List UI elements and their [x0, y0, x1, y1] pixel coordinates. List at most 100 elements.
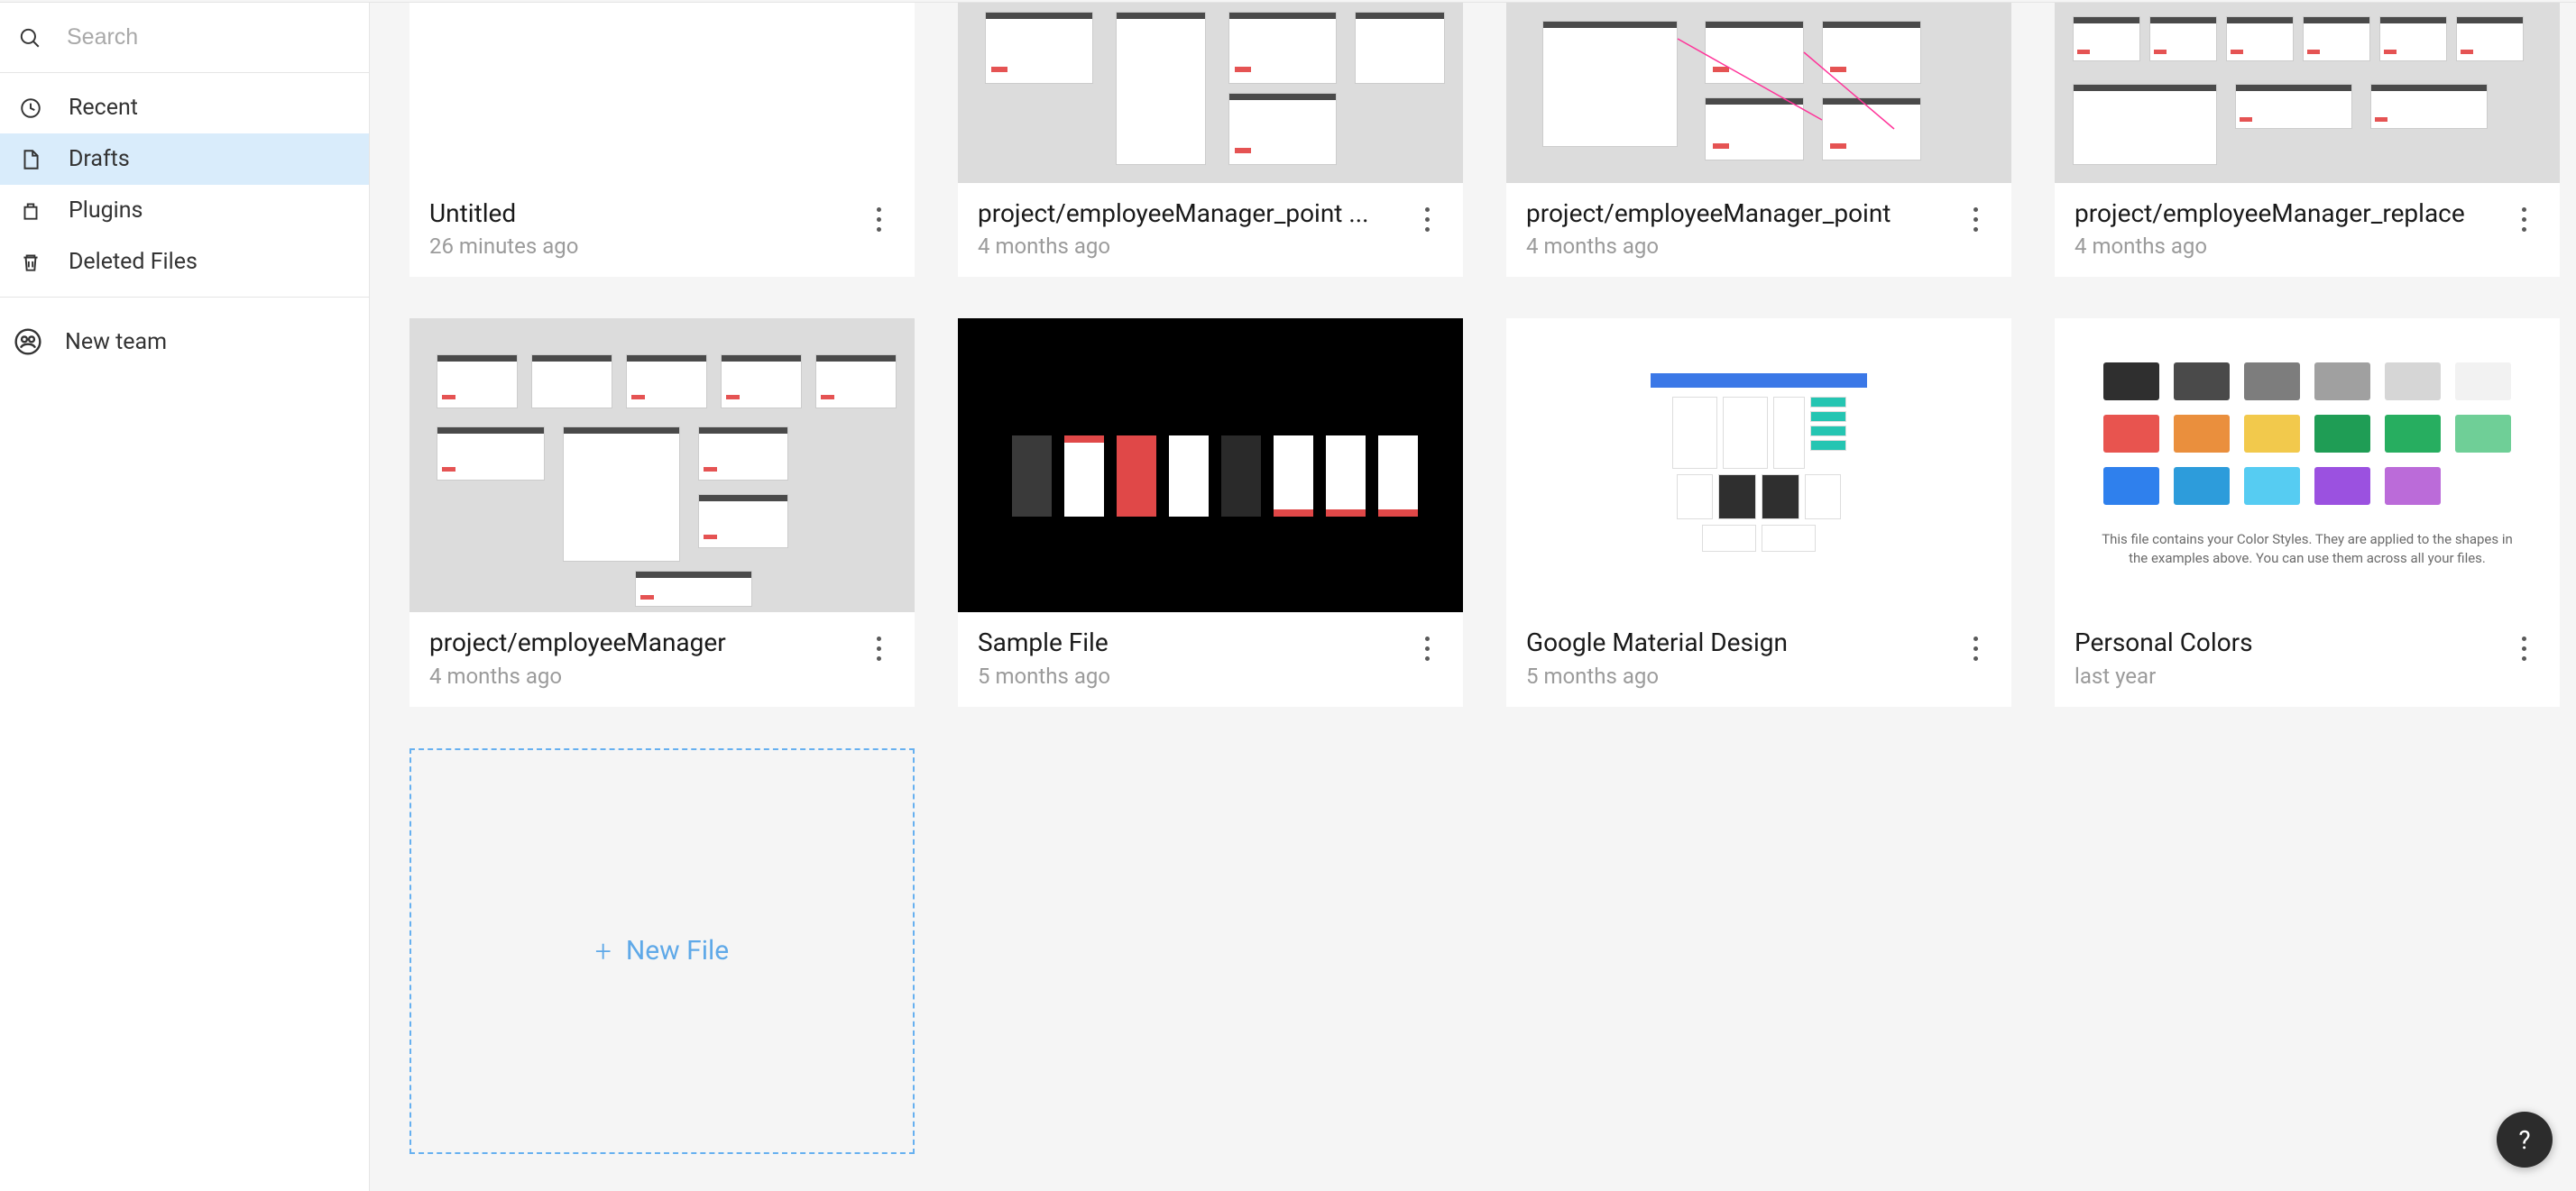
search-input[interactable] — [67, 24, 357, 50]
color-swatch — [2244, 415, 2300, 453]
file-thumbnail — [409, 3, 915, 183]
plus-icon: + — [595, 937, 612, 966]
file-card[interactable]: Google Material Design 5 months ago — [1506, 318, 2011, 706]
file-time: last year — [2075, 664, 2500, 689]
file-card-footer: Untitled 26 minutes ago — [409, 183, 915, 277]
colors-caption: This file contains your Color Styles. Th… — [2091, 530, 2524, 568]
color-swatch — [2455, 415, 2511, 453]
file-icon — [18, 147, 43, 172]
file-time: 4 months ago — [429, 664, 855, 689]
file-thumbnail — [1506, 3, 2011, 183]
file-title: Google Material Design — [1526, 627, 1952, 659]
gmd-preview — [1651, 373, 1867, 557]
file-thumbnail — [1506, 318, 2011, 612]
file-title: project/employeeManager_replace — [2075, 197, 2500, 230]
color-swatch — [2385, 415, 2441, 453]
sidebar-item-deleted[interactable]: Deleted Files — [0, 236, 369, 288]
color-swatch — [2455, 362, 2511, 400]
sidebar: Recent Drafts Plugins Deleted Files — [0, 3, 370, 1191]
file-time: 4 months ago — [978, 234, 1403, 259]
sidebar-item-label: Plugins — [69, 197, 143, 224]
file-card-footer: Personal Colors last year — [2055, 612, 2560, 706]
clock-icon — [18, 96, 43, 121]
file-card-footer: Sample File 5 months ago — [958, 612, 1463, 706]
file-thumbnail — [958, 3, 1463, 183]
file-title: Personal Colors — [2075, 627, 2500, 659]
file-card[interactable]: project/employeeManager 4 months ago — [409, 318, 915, 706]
sidebar-item-label: Recent — [69, 95, 138, 121]
color-swatch — [2244, 467, 2300, 505]
search-icon — [18, 25, 41, 50]
file-card-text: project/employeeManager_point 4 months a… — [1526, 197, 1952, 259]
file-thumbnail — [2055, 3, 2560, 183]
file-title: Untitled — [429, 197, 855, 230]
wireframe-preview — [958, 3, 1463, 183]
main-content: Untitled 26 minutes ago — [370, 3, 2576, 1191]
app-root: Recent Drafts Plugins Deleted Files — [0, 3, 2576, 1191]
file-card-footer: project/employeeManager_point 4 months a… — [1506, 183, 2011, 277]
file-card[interactable]: project/employeeManager_replace 4 months… — [2055, 3, 2560, 277]
sidebar-item-drafts[interactable]: Drafts — [0, 133, 369, 185]
file-card[interactable]: Untitled 26 minutes ago — [409, 3, 915, 277]
new-file-button[interactable]: + New File — [409, 748, 915, 1154]
file-card-footer: project/employeeManager 4 months ago — [409, 612, 915, 706]
sidebar-new-team[interactable]: New team — [0, 317, 369, 366]
sidebar-item-label: Deleted Files — [69, 249, 198, 275]
color-swatch — [2103, 467, 2159, 505]
file-card[interactable]: project/employeeManager_point ... 4 mont… — [958, 3, 1463, 277]
file-more-button[interactable] — [2507, 627, 2540, 670]
file-card-text: Sample File 5 months ago — [978, 627, 1403, 688]
color-swatch — [2103, 415, 2159, 453]
help-button[interactable]: ? — [2497, 1112, 2553, 1168]
file-more-button[interactable] — [2507, 197, 2540, 241]
file-card-footer: project/employeeManager_replace 4 months… — [2055, 183, 2560, 277]
color-swatch — [2174, 362, 2230, 400]
wireframe-preview — [2055, 3, 2560, 183]
color-swatch — [2103, 362, 2159, 400]
file-time: 5 months ago — [1526, 664, 1952, 689]
file-card-text: Untitled 26 minutes ago — [429, 197, 855, 259]
wireframe-preview — [409, 318, 915, 612]
color-swatch — [2385, 467, 2441, 505]
file-card[interactable]: project/employeeManager_point 4 months a… — [1506, 3, 2011, 277]
file-title: Sample File — [978, 627, 1403, 659]
file-card[interactable]: Sample File 5 months ago — [958, 318, 1463, 706]
sidebar-teams: New team — [0, 298, 369, 386]
color-swatch — [2244, 362, 2300, 400]
file-title: project/employeeManager_point — [1526, 197, 1952, 230]
file-card-text: Google Material Design 5 months ago — [1526, 627, 1952, 688]
file-more-button[interactable] — [1959, 627, 1992, 670]
search-row — [0, 3, 369, 73]
file-card-text: Personal Colors last year — [2075, 627, 2500, 688]
file-more-button[interactable] — [1411, 197, 1443, 241]
color-swatch — [2385, 362, 2441, 400]
color-swatch — [2174, 467, 2230, 505]
file-thumbnail: This file contains your Color Styles. Th… — [2055, 318, 2560, 612]
file-more-button[interactable] — [1411, 627, 1443, 670]
file-card[interactable]: This file contains your Color Styles. Th… — [2055, 318, 2560, 706]
sidebar-item-recent[interactable]: Recent — [0, 82, 369, 133]
file-more-button[interactable] — [862, 197, 895, 241]
file-card-text: project/employeeManager_replace 4 months… — [2075, 197, 2500, 259]
color-swatch — [2314, 467, 2370, 505]
sidebar-item-plugins[interactable]: Plugins — [0, 185, 369, 236]
file-card-text: project/employeeManager 4 months ago — [429, 627, 855, 688]
sidebar-nav: Recent Drafts Plugins Deleted Files — [0, 73, 369, 298]
team-icon — [13, 326, 43, 357]
file-thumbnail — [409, 318, 915, 612]
file-card-text: project/employeeManager_point ... 4 mont… — [978, 197, 1403, 259]
file-more-button[interactable] — [862, 627, 895, 670]
new-file-inner: + New File — [595, 935, 729, 967]
color-swatch — [2174, 415, 2230, 453]
file-time: 5 months ago — [978, 664, 1403, 689]
file-time: 4 months ago — [2075, 234, 2500, 259]
sidebar-item-label: Drafts — [69, 146, 130, 172]
color-swatch — [2314, 362, 2370, 400]
sidebar-new-team-label: New team — [65, 329, 167, 355]
plugin-icon — [18, 198, 43, 224]
file-title: project/employeeManager — [429, 627, 855, 659]
trash-icon — [18, 250, 43, 275]
file-more-button[interactable] — [1959, 197, 1992, 241]
file-title: project/employeeManager_point ... — [978, 197, 1403, 230]
new-file-label: New File — [626, 935, 729, 967]
